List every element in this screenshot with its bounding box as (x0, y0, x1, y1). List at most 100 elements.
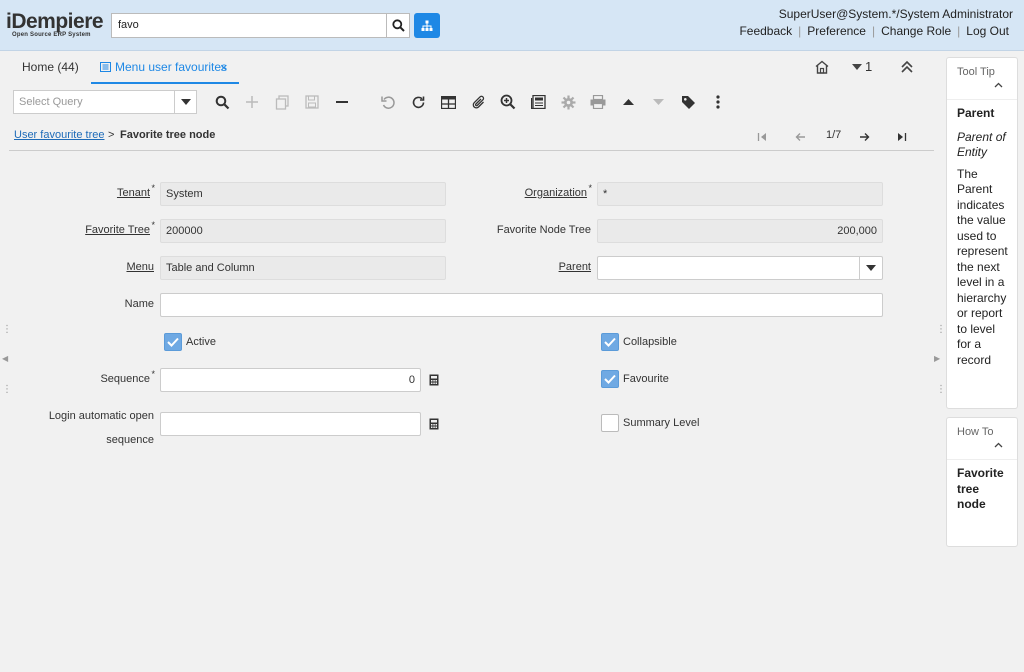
report-icon[interactable] (529, 93, 547, 111)
detail-record-icon[interactable] (649, 93, 667, 111)
sequence-label: Sequence (100, 369, 154, 385)
collapse-howto-icon[interactable] (947, 442, 1017, 460)
logo-text: iDempiere (6, 10, 104, 33)
sequence-field[interactable]: 0 (160, 368, 421, 392)
caret-down-icon (866, 264, 876, 271)
summary-level-label: Summary Level (623, 417, 700, 429)
zoom-across-icon[interactable] (499, 93, 517, 111)
grid-toggle-icon[interactable] (439, 93, 457, 111)
howto-title: How To (957, 426, 994, 438)
tenant-field[interactable]: System (160, 182, 446, 206)
tooltip-heading: Parent (957, 106, 995, 120)
favorite-node-tree-label: Favorite Node Tree (496, 224, 591, 236)
login-open-sequence-field[interactable] (160, 412, 421, 436)
collapsible-label: Collapsible (623, 336, 677, 348)
feedback-link[interactable]: Feedback (733, 24, 798, 38)
splitter-handle-right[interactable]: ⋮ (936, 384, 946, 395)
preference-link[interactable]: Preference (801, 24, 872, 38)
delete-icon[interactable] (333, 93, 351, 111)
calculator-icon[interactable] (427, 373, 441, 387)
open-windows-count: 1 (865, 59, 873, 74)
main-window: Home (44) Menu user favourites × 1 Selec… (9, 51, 934, 672)
favourite-checkbox[interactable] (601, 370, 619, 388)
window-icon (100, 62, 111, 72)
settings-gear-icon[interactable] (559, 93, 577, 111)
organization-field[interactable]: * (597, 182, 883, 206)
search-button[interactable] (387, 13, 410, 38)
tag-icon[interactable] (679, 93, 697, 111)
more-options-icon[interactable] (709, 93, 727, 111)
tab-menu-user-favourites[interactable]: Menu user favourites (100, 60, 227, 74)
active-checkbox[interactable] (164, 333, 182, 351)
collapsible-checkbox[interactable] (601, 333, 619, 351)
close-tab-icon[interactable]: × (220, 60, 228, 75)
logout-link[interactable]: Log Out (960, 24, 1015, 38)
query-dropdown-arrow[interactable] (174, 90, 197, 114)
header-links: Feedback | Preference | Change Role | Log O… (733, 24, 1015, 38)
organization-label: Organization (525, 183, 593, 199)
parent-dropdown-button[interactable] (859, 257, 882, 279)
collapse-up-icon[interactable] (899, 59, 915, 78)
active-label: Active (186, 336, 216, 348)
change-role-link[interactable]: Change Role (875, 24, 957, 38)
collapse-left-icon[interactable]: ◀ (2, 354, 8, 363)
attachment-icon[interactable] (469, 93, 487, 111)
refresh-icon[interactable] (409, 93, 427, 111)
new-record-icon[interactable] (243, 93, 261, 111)
caret-down-icon (852, 63, 862, 70)
tooltip-description: The Parent indicates the value used to r… (957, 166, 1008, 367)
howto-heading: Favorite tree node (957, 466, 1004, 511)
select-query-dropdown[interactable]: Select Query (13, 90, 197, 114)
find-icon[interactable] (213, 93, 231, 111)
breadcrumb-parent-link[interactable]: User favourite tree (14, 129, 104, 141)
tooltip-subtitle: Parent of Entity (957, 129, 1006, 160)
user-role-info: SuperUser@System.*/System Administrator (778, 7, 1013, 21)
window-list-dropdown[interactable]: 1 (852, 59, 872, 74)
save-icon[interactable] (303, 93, 321, 111)
tab-home[interactable]: Home (44) (22, 60, 79, 74)
window-toolbar: Select Query (9, 89, 934, 115)
calculator-icon[interactable] (427, 417, 441, 431)
undo-icon[interactable] (379, 93, 397, 111)
parent-label: Parent (558, 261, 591, 273)
menu-tree-button[interactable] (414, 13, 440, 38)
record-counter: 1/7 (826, 129, 842, 141)
app-header: iDempiere Open Source ERP System favo Su… (0, 0, 1024, 51)
collapse-right-icon[interactable]: ▶ (934, 354, 940, 363)
login-label-line1: Login automatic open (48, 410, 154, 422)
copy-record-icon[interactable] (273, 93, 291, 111)
parent-record-icon[interactable] (619, 93, 637, 111)
home-icon[interactable] (814, 59, 830, 78)
tooltip-title: Tool Tip (957, 66, 995, 78)
name-field[interactable] (160, 293, 883, 317)
print-icon[interactable] (589, 93, 607, 111)
first-record-icon[interactable] (754, 129, 770, 145)
favorite-node-tree-field[interactable]: 200,000 (597, 219, 883, 243)
tenant-label: Tenant (117, 183, 155, 199)
breadcrumb: User favourite tree > Favorite tree node… (9, 125, 934, 151)
splitter-handle-left[interactable]: ⋮ (2, 384, 12, 395)
sitemap-icon (421, 20, 433, 31)
summary-level-checkbox[interactable] (601, 414, 619, 432)
idempiere-logo[interactable]: iDempiere Open Source ERP System (6, 10, 108, 38)
tooltip-panel: Tool Tip Parent Parent of Entity The Par… (946, 57, 1018, 409)
splitter-handle-left[interactable]: ⋮ (2, 324, 12, 335)
menu-label: Menu (126, 261, 154, 273)
previous-record-icon[interactable] (792, 129, 808, 145)
howto-panel: How To Favorite tree node (946, 417, 1018, 547)
login-open-sequence-label: Login automatic open sequence (49, 404, 154, 452)
parent-field[interactable] (597, 256, 883, 280)
next-record-icon[interactable] (856, 129, 872, 145)
checkmark-icon (167, 337, 179, 347)
splitter-handle-right[interactable]: ⋮ (936, 324, 946, 335)
login-label-line2: sequence (106, 434, 154, 446)
last-record-icon[interactable] (894, 129, 910, 145)
collapse-tooltip-icon[interactable] (947, 82, 1017, 100)
favourite-label: Favourite (623, 373, 669, 385)
search-icon (391, 19, 405, 32)
favorite-tree-label: Favorite Tree (85, 220, 155, 236)
logo-subtitle: Open Source ERP System (12, 32, 91, 38)
menu-field[interactable]: Table and Column (160, 256, 446, 280)
favorite-tree-field[interactable]: 200000 (160, 219, 446, 243)
global-search-input[interactable]: favo (111, 13, 387, 38)
